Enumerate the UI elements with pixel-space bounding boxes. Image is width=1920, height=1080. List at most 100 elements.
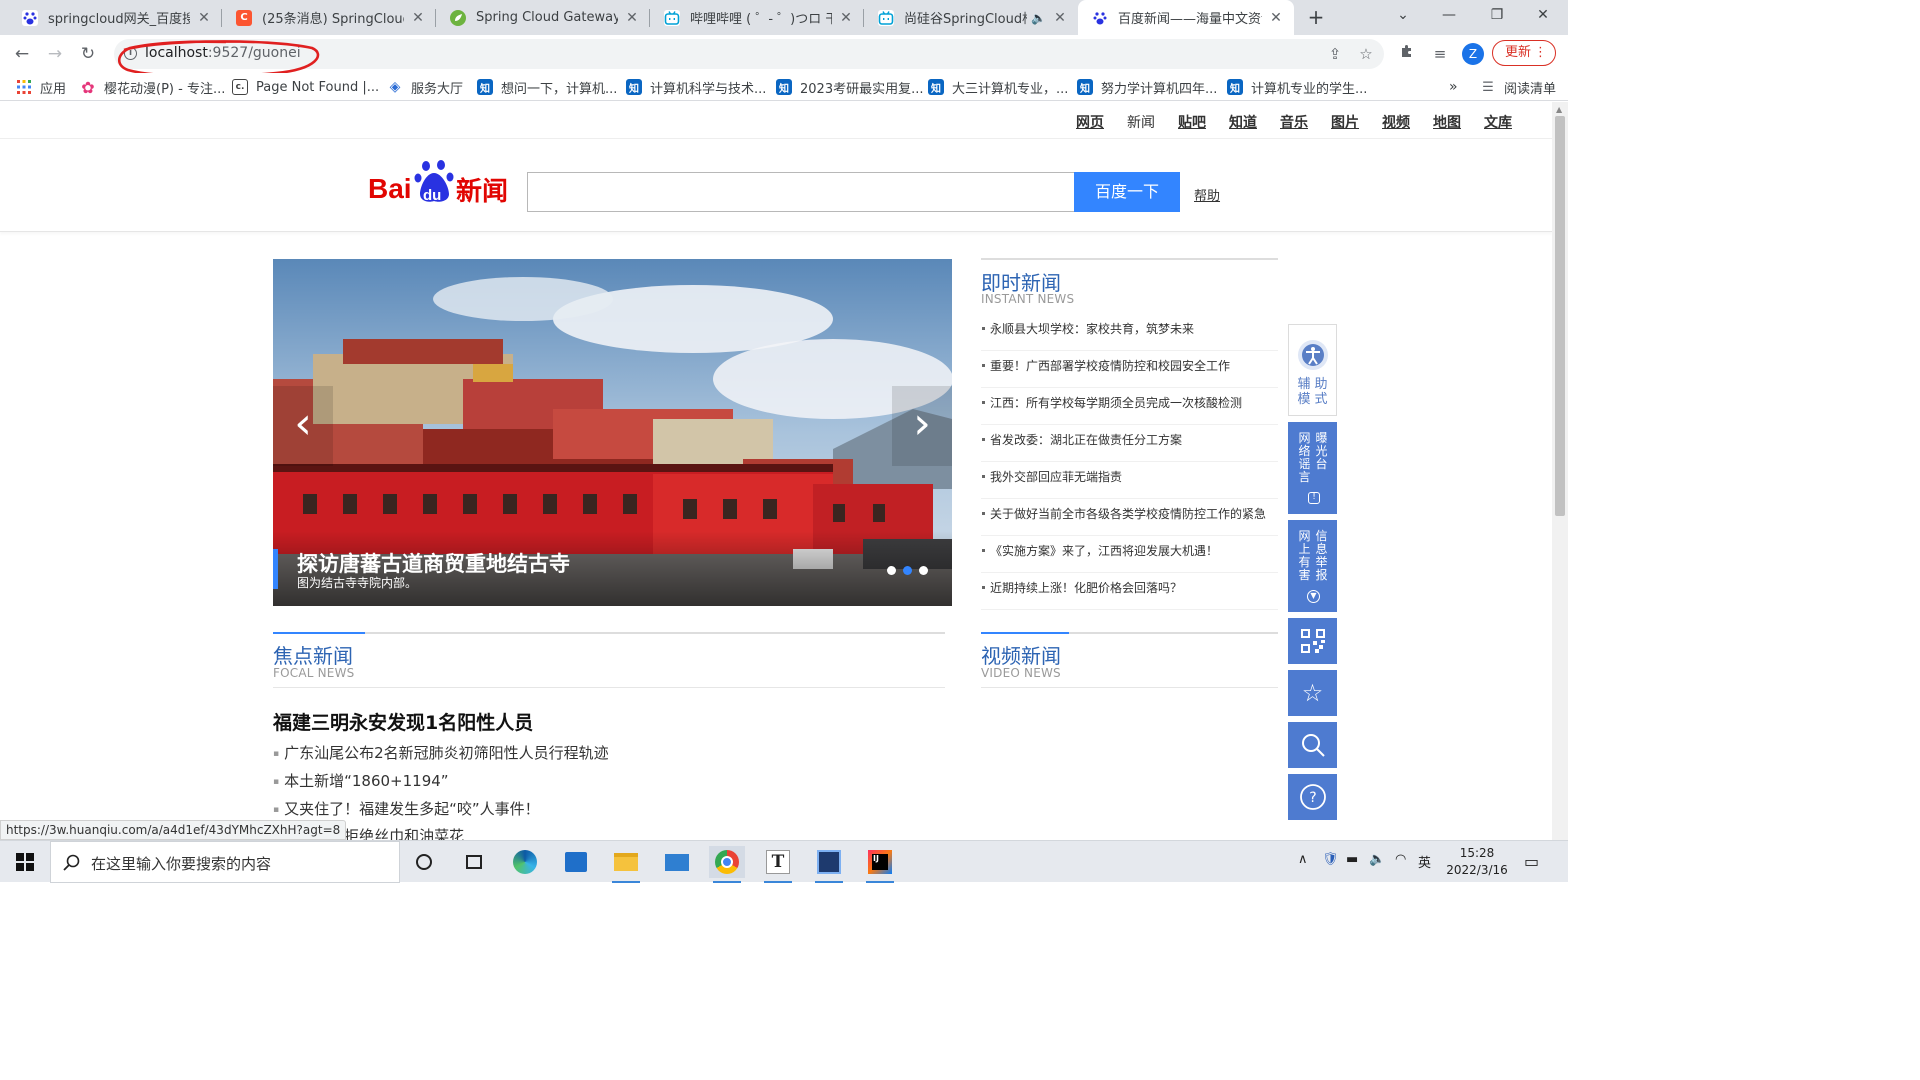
page-scrollbar[interactable]: ▲ (1552, 102, 1568, 840)
scrollbar-thumb[interactable] (1555, 116, 1565, 516)
nav-images[interactable]: 图片 (1331, 112, 1359, 132)
help-link[interactable]: 帮助 (1194, 185, 1220, 204)
edge-icon[interactable] (507, 846, 543, 878)
reload-icon[interactable]: ↻ (76, 43, 100, 67)
list-item[interactable]: 省发改委：湖北正在做责任分工方案 (981, 425, 1278, 462)
minimize-button[interactable]: — (1426, 0, 1472, 32)
address-bar[interactable]: i localhost:9527/guonei ⇪ ☆ (114, 39, 1384, 69)
list-item[interactable]: 《实施方案》来了，江西将迎发展大机遇！ (981, 536, 1278, 573)
forward-arrow-icon[interactable]: → (43, 43, 67, 67)
scroll-up-icon[interactable]: ▲ (1556, 105, 1562, 114)
nav-music[interactable]: 音乐 (1280, 112, 1308, 132)
focal-news-item[interactable]: 广东汕尾公布2名新冠肺炎初筛阳性人员行程轨迹 (273, 742, 609, 763)
new-tab-button[interactable]: + (1304, 6, 1328, 30)
chrome-icon[interactable] (709, 846, 745, 883)
reading-list-button[interactable]: ☰ 阅读清单 (1480, 77, 1556, 97)
carousel-dot[interactable] (903, 566, 912, 575)
bookmark-zhihu-5[interactable]: 知 努力学计算机四年... (1077, 77, 1217, 97)
bookmark-zhihu-2[interactable]: 知 计算机科学与技术... (626, 77, 766, 97)
close-icon[interactable]: ✕ (410, 10, 426, 26)
focal-news-item[interactable]: 本土新增“1860+1194” (273, 770, 448, 791)
notification-icon[interactable]: ▭ (1524, 852, 1539, 871)
nav-news[interactable]: 新闻 (1127, 112, 1155, 132)
back-arrow-icon[interactable]: ← (10, 43, 34, 67)
taskbar-search-box[interactable]: 在这里输入你要搜索的内容 (50, 841, 400, 883)
bookmark-apps[interactable]: 应用 (16, 77, 66, 97)
close-icon[interactable]: ✕ (1052, 10, 1068, 26)
qr-code-button[interactable] (1288, 618, 1337, 664)
focal-headline[interactable]: 福建三明永安发现1名阳性人员 (273, 708, 533, 735)
close-window-button[interactable]: ✕ (1520, 0, 1566, 32)
bookmark-star-icon[interactable]: ☆ (1355, 43, 1377, 65)
carousel-prev-chevron-icon[interactable]: ‹ (273, 386, 333, 466)
tab-search-chevron-icon[interactable]: ⌄ (1380, 0, 1426, 32)
news-link[interactable]: 江西：所有学校每学期须全员完成一次核酸检测 (990, 388, 1278, 411)
news-link[interactable]: 《实施方案》来了，江西将迎发展大机遇！ (990, 536, 1278, 559)
carousel-next-chevron-icon[interactable]: › (892, 386, 952, 466)
profile-avatar[interactable]: Z (1462, 43, 1484, 65)
close-icon[interactable]: ✕ (1268, 10, 1284, 26)
tab-baidu-search[interactable]: springcloud网关_百度搜索 ✕ (8, 0, 222, 35)
tab-atguigu[interactable]: 尚硅谷SpringCloud框 🔈 ✕ (864, 0, 1078, 35)
speaker-icon[interactable]: 🔈 (1031, 11, 1046, 25)
nav-map[interactable]: 地图 (1433, 112, 1461, 132)
mail-icon[interactable] (659, 846, 695, 878)
cortana-icon[interactable] (406, 846, 442, 878)
tab-bilibili[interactable]: 哔哩哔哩 ( ゜- ゜)つロ 干杯~ ✕ (650, 0, 864, 35)
store-icon[interactable] (558, 846, 594, 878)
news-link[interactable]: 永顺县大坝学校：家校共育，筑梦未来 (990, 314, 1278, 337)
wifi-icon[interactable]: ◠ (1395, 852, 1406, 867)
carousel-dot[interactable] (887, 566, 896, 575)
assist-mode-button[interactable]: 辅助 模式 (1288, 324, 1337, 416)
extensions-puzzle-icon[interactable] (1396, 43, 1418, 65)
rumor-exposure-button[interactable]: 网络谣言 曝光台 ! (1288, 422, 1337, 514)
news-search-input[interactable] (527, 172, 1075, 212)
carousel-dot[interactable] (919, 566, 928, 575)
bookmark-service-hall[interactable]: ◈ 服务大厅 (387, 77, 463, 97)
favorite-button[interactable]: ☆ (1288, 670, 1337, 716)
start-button[interactable] (0, 841, 50, 883)
harmful-info-report-button[interactable]: 网上有害 信息举报 ▼ (1288, 520, 1337, 612)
search-button[interactable]: 百度一下 (1074, 172, 1180, 212)
url-text[interactable]: localhost:9527/guonei (145, 45, 301, 61)
nav-web[interactable]: 网页 (1076, 112, 1104, 132)
list-item[interactable]: 我外交部回应菲无端指责 (981, 462, 1278, 499)
close-icon[interactable]: ✕ (196, 10, 212, 26)
notes-app-icon[interactable] (811, 846, 847, 883)
nav-video[interactable]: 视频 (1382, 112, 1410, 132)
feedback-button[interactable]: ? (1288, 774, 1337, 820)
list-item[interactable]: 江西：所有学校每学期须全员完成一次核酸检测 (981, 388, 1278, 425)
bookmark-zhihu-1[interactable]: 知 想问一下，计算机... (477, 77, 617, 97)
typora-icon[interactable]: T (760, 846, 796, 883)
ime-indicator[interactable]: 英 (1418, 852, 1431, 871)
tab-baidu-news[interactable]: 百度新闻——海量中文资讯 ✕ (1078, 0, 1294, 35)
media-control-icon[interactable]: ≡ (1429, 43, 1451, 65)
tab-csdn[interactable]: C (25条消息) SpringCloud之 ✕ (222, 0, 436, 35)
list-item[interactable]: 重要！广西部署学校疫情防控和校园安全工作 (981, 351, 1278, 388)
bookmark-page-not-found[interactable]: c. Page Not Found |... (232, 77, 379, 97)
bookmark-zhihu-4[interactable]: 知 大三计算机专业，... (928, 77, 1068, 97)
security-shield-icon[interactable]: 🛡 (1322, 852, 1339, 867)
update-button[interactable]: 更新 ⋮ (1492, 40, 1556, 66)
file-explorer-icon[interactable] (608, 846, 644, 883)
more-bookmarks-chevron-icon[interactable]: » (1449, 77, 1458, 97)
intellij-idea-icon[interactable]: IJ (862, 846, 898, 883)
maximize-button[interactable]: ❐ (1474, 0, 1520, 32)
list-item[interactable]: 近期持续上涨！化肥价格会回落吗？ (981, 573, 1278, 610)
baidu-news-logo[interactable]: Bai du 新闻 (368, 160, 513, 209)
bookmark-zhihu-6[interactable]: 知 计算机专业的学生... (1227, 77, 1367, 97)
list-item[interactable]: 永顺县大坝学校：家校共育，筑梦未来 (981, 314, 1278, 351)
site-info-icon[interactable]: i (124, 47, 137, 60)
nav-zhidao[interactable]: 知道 (1229, 112, 1257, 132)
task-view-icon[interactable] (456, 846, 492, 878)
bookmark-zhihu-3[interactable]: 知 2023考研最实用复... (776, 77, 923, 97)
tray-overflow-chevron-icon[interactable]: ∧ (1298, 852, 1308, 867)
nav-wenku[interactable]: 文库 (1484, 112, 1512, 132)
battery-icon[interactable]: ▬ (1346, 852, 1358, 867)
news-carousel[interactable]: 探访唐蕃古道商贸重地结古寺 图为结古寺寺院内部。 ‹ › (273, 259, 952, 606)
news-link[interactable]: 省发改委：湖北正在做责任分工方案 (990, 425, 1278, 448)
search-tool-button[interactable] (1288, 722, 1337, 768)
volume-icon[interactable]: 🔈 (1369, 852, 1385, 867)
news-link[interactable]: 关于做好当前全市各级各类学校疫情防控工作的紧急 (990, 499, 1278, 522)
bookmark-sakura[interactable]: ✿ 樱花动漫(P) - 专注... (80, 77, 225, 97)
